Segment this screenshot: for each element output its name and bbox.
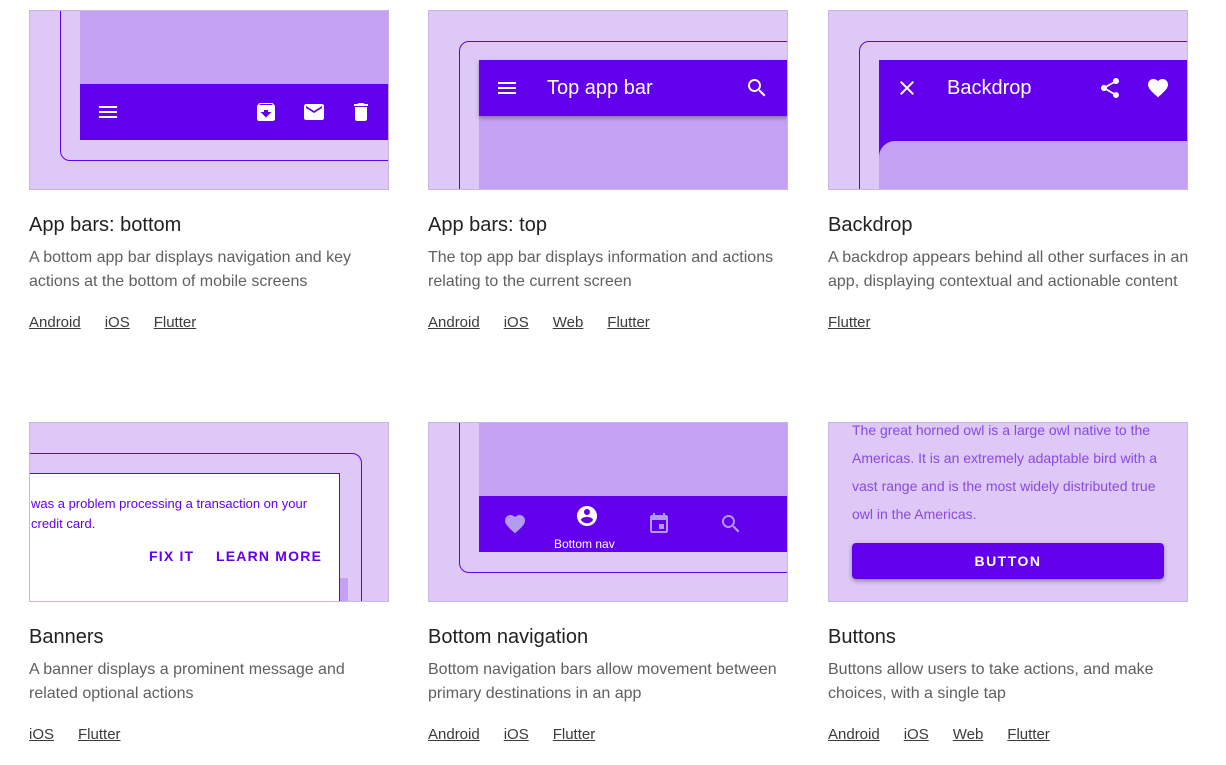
top-app-bar: Top app bar xyxy=(479,60,787,116)
screen-surface xyxy=(479,116,787,189)
link-ios[interactable]: iOS xyxy=(504,314,529,331)
bottom-navigation-bar: Bottom nav xyxy=(479,496,787,552)
link-android[interactable]: Android xyxy=(428,726,480,743)
link-ios[interactable]: iOS xyxy=(904,726,929,743)
link-android[interactable]: Android xyxy=(828,726,880,743)
backdrop-title: Backdrop xyxy=(947,77,1032,99)
sample-button[interactable]: BUTTON xyxy=(852,543,1164,579)
card-backdrop[interactable]: Backdrop Backdrop A backdrop appears beh… xyxy=(828,10,1188,331)
platform-links: Android iOS Flutter xyxy=(29,314,196,331)
screen-surface xyxy=(80,11,388,84)
banner-learn-more-button: LEARN MORE xyxy=(216,548,323,564)
sample-paragraph: The great horned owl is a large owl nati… xyxy=(852,422,1158,522)
link-web[interactable]: Web xyxy=(953,726,984,743)
card-title: Banners xyxy=(29,626,104,648)
link-android[interactable]: Android xyxy=(428,314,480,331)
card-description: Buttons allow users to take actions, and… xyxy=(828,661,1154,702)
link-flutter[interactable]: Flutter xyxy=(828,314,871,331)
link-flutter[interactable]: Flutter xyxy=(78,726,121,743)
menu-icon xyxy=(495,76,519,100)
platform-links: iOS Flutter xyxy=(29,726,121,743)
screen-surface xyxy=(479,423,787,496)
platform-links: Android iOS Web Flutter xyxy=(428,314,650,331)
platform-links: Flutter xyxy=(828,314,871,331)
menu-icon xyxy=(96,100,120,124)
calendar-icon xyxy=(647,512,671,536)
card-description: A bottom app bar displays navigation and… xyxy=(29,249,351,290)
heart-icon xyxy=(503,512,527,536)
card-title: App bars: top xyxy=(428,214,547,236)
link-flutter[interactable]: Flutter xyxy=(553,726,596,743)
share-icon xyxy=(1098,76,1122,100)
banner-fix-it-button: FIX IT xyxy=(149,548,195,564)
card-description: Bottom navigation bars allow movement be… xyxy=(428,661,777,702)
link-android[interactable]: Android xyxy=(29,314,81,331)
close-icon xyxy=(895,76,919,100)
link-flutter[interactable]: Flutter xyxy=(154,314,197,331)
delete-icon xyxy=(349,100,373,124)
card-description: The top app bar displays information and… xyxy=(428,249,774,290)
search-icon xyxy=(719,512,743,536)
bottom-nav-active-label: Bottom nav xyxy=(554,537,615,551)
archive-icon xyxy=(254,100,278,124)
bottom-app-bar xyxy=(80,84,388,140)
card-app-bars-bottom[interactable]: App bars: bottom A bottom app bar displa… xyxy=(29,10,389,331)
card-title: Backdrop xyxy=(828,214,913,236)
platform-links: Android iOS Web Flutter xyxy=(828,726,1050,743)
mail-icon xyxy=(302,100,326,124)
card-description: A backdrop appears behind all other surf… xyxy=(828,249,1189,290)
link-flutter[interactable]: Flutter xyxy=(1007,726,1050,743)
link-ios[interactable]: iOS xyxy=(504,726,529,743)
platform-links: Android iOS Flutter xyxy=(428,726,595,743)
app-bars-top-thumbnail[interactable]: Top app bar xyxy=(428,10,788,190)
card-description: A banner displays a prominent message an… xyxy=(29,661,345,702)
account-circle-icon xyxy=(575,504,599,528)
bottom-navigation-thumbnail[interactable]: Bottom nav xyxy=(428,422,788,602)
backdrop-front-layer xyxy=(879,141,1187,189)
card-bottom-navigation[interactable]: Bottom nav Bottom navigation Bottom navi… xyxy=(428,422,788,743)
banner-message: was a problem processing a transaction o… xyxy=(31,496,308,531)
search-icon xyxy=(745,76,769,100)
card-buttons[interactable]: The great horned owl is a large owl nati… xyxy=(828,422,1188,743)
top-app-bar-title: Top app bar xyxy=(547,77,653,99)
card-title: Buttons xyxy=(828,626,896,648)
link-flutter[interactable]: Flutter xyxy=(607,314,650,331)
card-title: App bars: bottom xyxy=(29,214,182,236)
link-ios[interactable]: iOS xyxy=(29,726,54,743)
backdrop-thumbnail[interactable]: Backdrop xyxy=(828,10,1188,190)
heart-icon xyxy=(1146,76,1170,100)
link-web[interactable]: Web xyxy=(553,314,584,331)
banners-thumbnail[interactable]: was a problem processing a transaction o… xyxy=(29,422,389,602)
buttons-thumbnail[interactable]: The great horned owl is a large owl nati… xyxy=(828,422,1188,602)
link-ios[interactable]: iOS xyxy=(105,314,130,331)
card-banners[interactable]: was a problem processing a transaction o… xyxy=(29,422,389,743)
card-title: Bottom navigation xyxy=(428,626,589,648)
banner: was a problem processing a transaction o… xyxy=(30,473,340,601)
card-app-bars-top[interactable]: Top app bar App bars: top The top app ba… xyxy=(428,10,788,331)
app-bars-bottom-thumbnail[interactable] xyxy=(29,10,389,190)
